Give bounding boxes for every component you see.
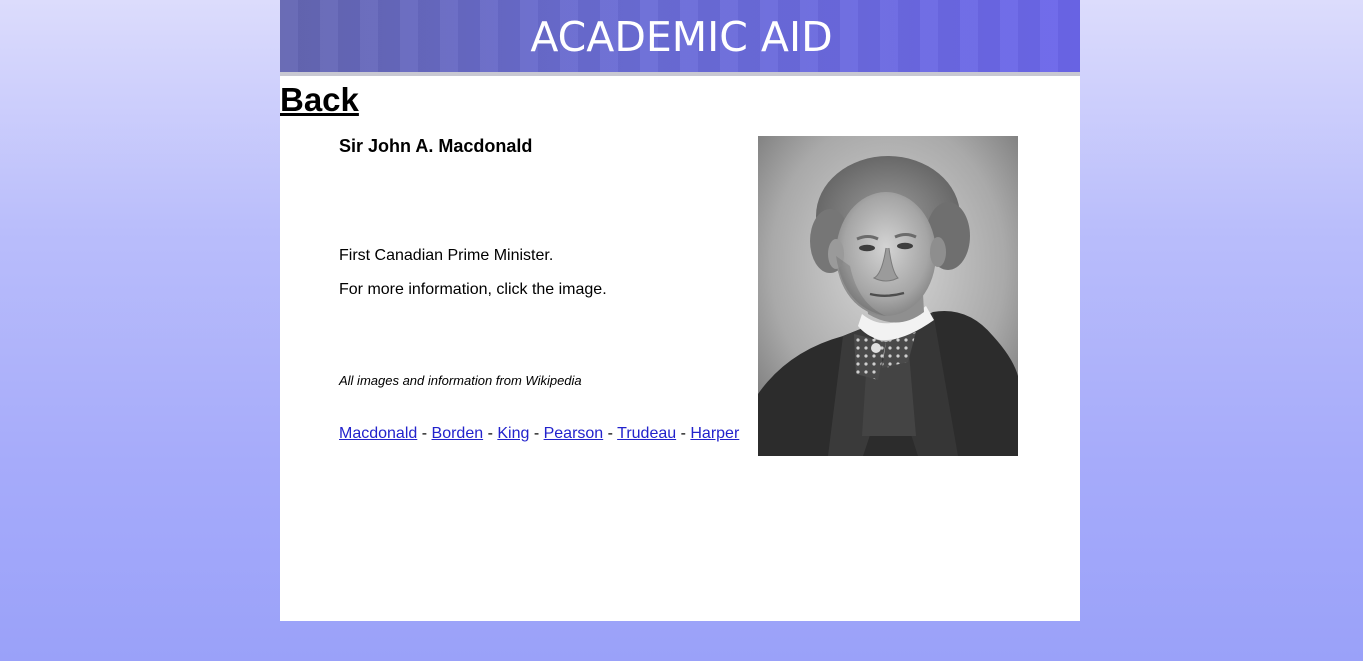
portrait-image-link[interactable] [758,136,1018,456]
portrait-photo-icon [758,136,1018,456]
prime-minister-nav: Macdonald - Borden - King - Pearson - Tr… [339,424,739,444]
description-text: First Canadian Prime Minister. [339,247,554,264]
back-link[interactable]: Back [280,80,359,120]
link-separator: - [421,425,428,442]
site-title: ACADEMIC AID [530,13,833,61]
link-separator: - [607,425,613,442]
pm-link-king[interactable]: King [497,425,529,442]
link-separator: - [680,425,686,442]
pm-link-harper[interactable]: Harper [690,425,739,442]
page-container: ACADEMIC AID Back Sir John A. Macdonald … [280,0,1080,621]
page-title: Sir John A. Macdonald [339,136,533,156]
pm-link-borden[interactable]: Borden [432,425,484,442]
source-credit: All images and information from Wikipedi… [339,373,582,388]
link-separator: - [487,425,493,442]
pm-link-macdonald[interactable]: Macdonald [339,425,417,442]
site-banner: ACADEMIC AID [280,0,1080,72]
pm-link-pearson[interactable]: Pearson [544,425,604,442]
banner-divider [280,72,1080,76]
instruction-text: For more information, click the image. [339,281,607,298]
link-separator: - [533,425,540,442]
pm-link-trudeau[interactable]: Trudeau [617,425,676,442]
